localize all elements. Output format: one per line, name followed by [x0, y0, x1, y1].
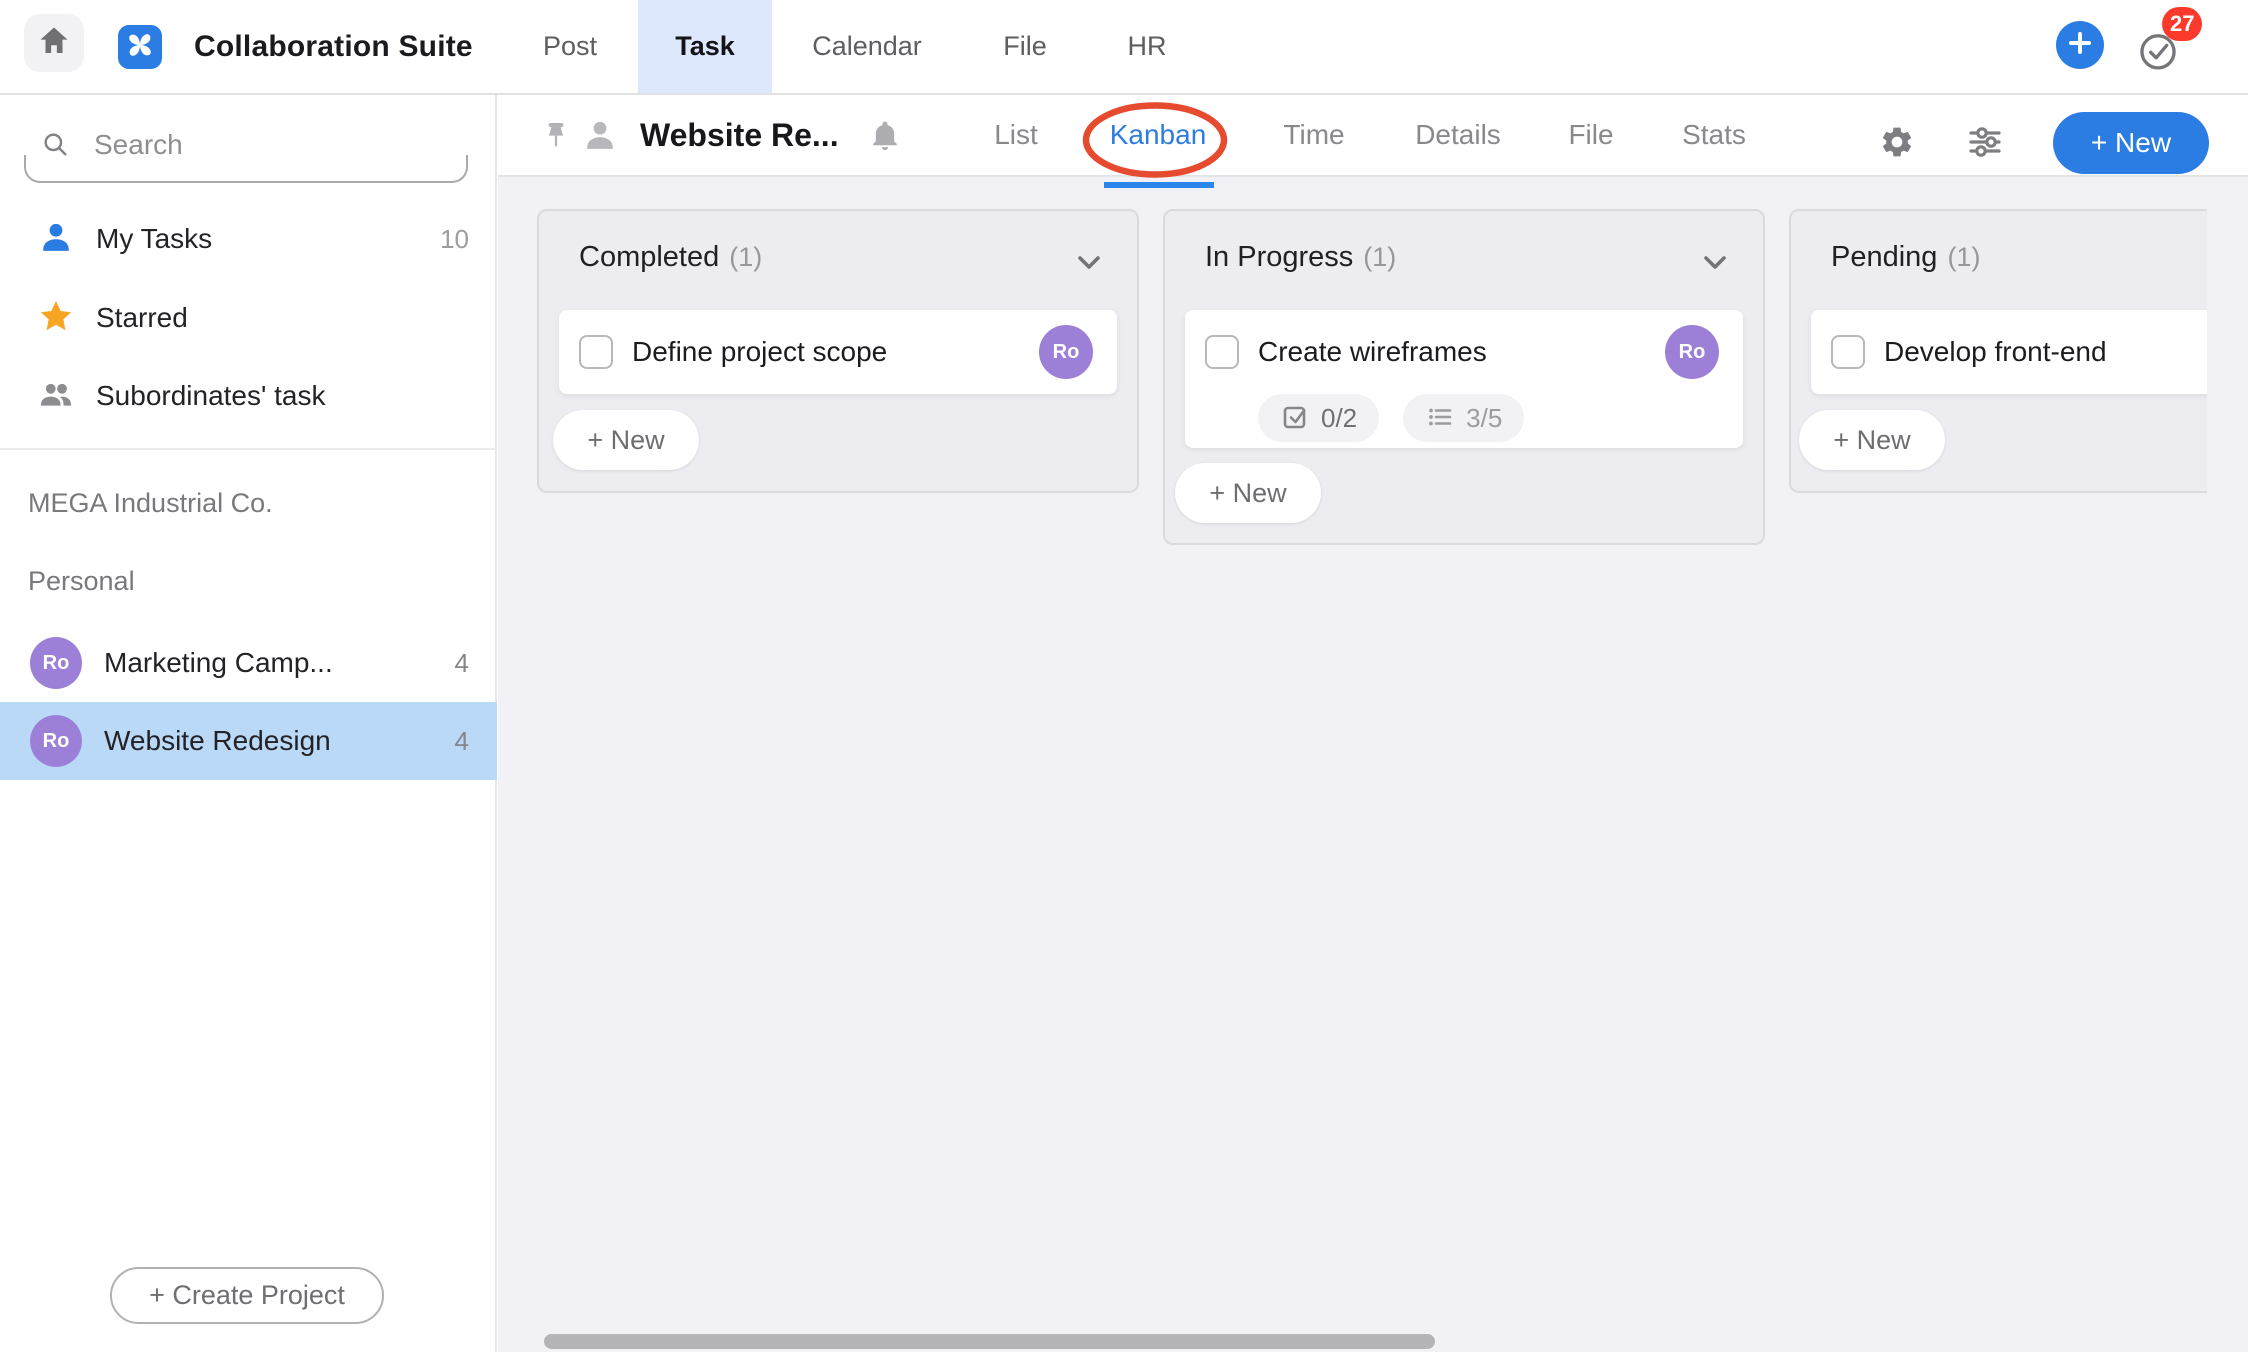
search-underline: [24, 155, 468, 183]
column-count: (1): [1947, 242, 1980, 273]
person-icon: [38, 219, 74, 260]
sidebar-item-subordinates-task[interactable]: Subordinates' task: [0, 367, 497, 425]
settings-gear-icon[interactable]: [1879, 124, 1915, 160]
sidebar-item-label: Starred: [96, 302, 469, 334]
checklist-progress-badge: 3/5: [1403, 394, 1524, 442]
checklist-progress-value: 3/5: [1466, 403, 1502, 434]
view-tab-time[interactable]: Time: [1283, 95, 1344, 175]
sidebar-divider: [0, 448, 497, 450]
people-icon: [38, 376, 74, 417]
column-count: (1): [1363, 242, 1396, 273]
home-button[interactable]: [24, 14, 84, 72]
sidebar-item-label: Subordinates' task: [96, 380, 469, 412]
subtask-progress-badge: 0/2: [1258, 394, 1379, 442]
sidebar-item-count: 10: [440, 224, 469, 255]
assignee-avatar: Ro: [1665, 325, 1719, 379]
new-task-label: + New: [587, 425, 664, 456]
create-project-label: + Create Project: [149, 1280, 345, 1311]
column-new-task-button[interactable]: + New: [1175, 463, 1321, 523]
sidebar-section-personal[interactable]: Personal: [28, 566, 135, 597]
app-logo[interactable]: [118, 25, 162, 69]
project-label: Marketing Camp...: [104, 647, 455, 679]
assignee-avatar: Ro: [1039, 325, 1093, 379]
new-task-label: + New: [1833, 425, 1910, 456]
sidebar-item-starred[interactable]: Starred: [0, 289, 497, 347]
active-tab-underline: [1104, 182, 1214, 188]
new-task-button[interactable]: + New: [2053, 112, 2209, 174]
column-title: Completed: [579, 241, 719, 274]
top-tab-calendar[interactable]: Calendar: [812, 0, 922, 93]
board-scroll-area: Completed (1) Define project scope Ro + …: [498, 177, 2207, 1352]
sidebar: My Tasks 10 Starred Subordinates' task M…: [0, 95, 497, 1352]
sidebar-project-marketing-campaign[interactable]: Ro Marketing Camp... 4: [0, 624, 497, 702]
column-header: Pending (1): [1831, 241, 1980, 285]
topbar: Collaboration Suite Post Task Calendar F…: [0, 0, 2248, 95]
new-task-label: + New: [2091, 127, 2171, 159]
project-title[interactable]: Website Re...: [640, 95, 839, 175]
project-count: 4: [455, 726, 469, 757]
global-create-button[interactable]: [2056, 21, 2104, 69]
new-task-label: + New: [1209, 478, 1286, 509]
task-checkbox[interactable]: [1831, 335, 1865, 369]
bell-icon[interactable]: [868, 119, 902, 158]
top-tab-hr[interactable]: HR: [1128, 0, 1167, 93]
view-tab-kanban[interactable]: Kanban: [1110, 95, 1207, 175]
column-count: (1): [729, 242, 762, 273]
top-tab-task[interactable]: Task: [638, 0, 772, 93]
view-tab-details[interactable]: Details: [1415, 95, 1501, 175]
notification-badge: 27: [2162, 7, 2202, 41]
sidebar-section-org[interactable]: MEGA Industrial Co.: [28, 488, 273, 519]
owner-icon[interactable]: [582, 117, 618, 158]
project-label: Website Redesign: [104, 725, 455, 757]
task-title: Create wireframes: [1258, 336, 1665, 368]
sidebar-item-my-tasks[interactable]: My Tasks 10: [0, 210, 497, 268]
kanban-column-pending: Pending (1) Develop front-end + New: [1789, 209, 2207, 493]
app-title: Collaboration Suite: [194, 0, 473, 93]
task-card-develop-front-end[interactable]: Develop front-end: [1811, 310, 2207, 394]
task-title: Define project scope: [632, 336, 1039, 368]
checkbox-check-icon: [1280, 401, 1310, 436]
horizontal-scrollbar-thumb[interactable]: [544, 1334, 1435, 1349]
pin-icon[interactable]: [540, 119, 572, 156]
task-badges: 0/2: [1185, 394, 1743, 442]
create-project-button[interactable]: + Create Project: [110, 1267, 384, 1324]
subtask-progress-value: 0/2: [1321, 403, 1357, 434]
kanban-board: Completed (1) Define project scope Ro + …: [498, 177, 2248, 1352]
task-card-create-wireframes[interactable]: Create wireframes Ro 0/2: [1185, 310, 1743, 448]
pinwheel-logo-icon: [121, 26, 159, 69]
project-count: 4: [455, 648, 469, 679]
filter-tune-icon[interactable]: [1967, 124, 2003, 160]
column-header: Completed (1): [579, 241, 762, 285]
column-title: In Progress: [1205, 241, 1353, 274]
top-tab-file[interactable]: File: [1003, 0, 1047, 93]
task-checkbox[interactable]: [579, 335, 613, 369]
column-header: In Progress (1): [1205, 241, 1396, 285]
view-tab-file[interactable]: File: [1568, 95, 1613, 175]
plus-icon: [2066, 29, 2094, 62]
view-tab-list[interactable]: List: [994, 95, 1038, 175]
column-new-task-button[interactable]: + New: [1799, 410, 1945, 470]
task-card-define-project-scope[interactable]: Define project scope Ro: [559, 310, 1117, 394]
avatar: Ro: [30, 637, 82, 689]
sidebar-project-website-redesign[interactable]: Ro Website Redesign 4: [0, 702, 497, 780]
top-tab-post[interactable]: Post: [543, 0, 597, 93]
column-title: Pending: [1831, 241, 1937, 274]
kanban-column-in-progress: In Progress (1) Create wireframes Ro: [1163, 209, 1765, 545]
task-title: Develop front-end: [1884, 336, 2207, 368]
column-new-task-button[interactable]: + New: [553, 410, 699, 470]
task-checkbox[interactable]: [1205, 335, 1239, 369]
app-window: Collaboration Suite Post Task Calendar F…: [0, 0, 2248, 1352]
chevron-down-icon[interactable]: [1701, 251, 1729, 275]
sidebar-item-label: My Tasks: [96, 223, 440, 255]
list-icon: [1425, 401, 1455, 436]
kanban-column-completed: Completed (1) Define project scope Ro + …: [537, 209, 1139, 493]
home-icon: [37, 24, 71, 63]
view-tab-stats[interactable]: Stats: [1682, 95, 1746, 175]
todo-center-button[interactable]: 27: [2130, 22, 2210, 78]
star-icon: [38, 298, 74, 339]
avatar: Ro: [30, 715, 82, 767]
chevron-down-icon[interactable]: [1075, 251, 1103, 275]
project-header: Website Re... List Kanban Time Details F…: [498, 95, 2248, 177]
